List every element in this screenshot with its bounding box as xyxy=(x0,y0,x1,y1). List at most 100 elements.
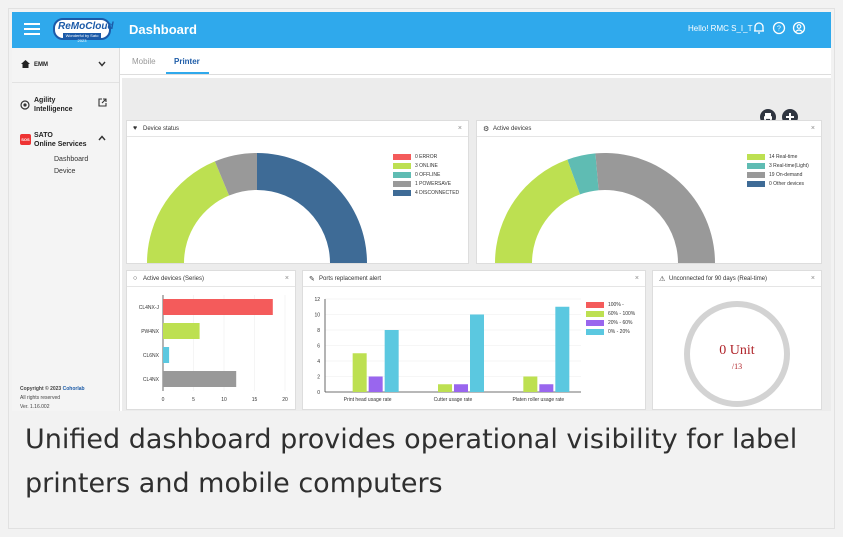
logo-text: ReMoCloud xyxy=(58,21,114,32)
legend-swatch xyxy=(747,172,765,178)
y-tick-label: 4 xyxy=(317,359,320,365)
ports-panel: ✎ Ports replacement alert × 0 2 4 6 8 10 12 Pri… xyxy=(302,270,646,410)
legend-swatch xyxy=(586,302,604,308)
bar[interactable] xyxy=(163,299,273,315)
sidebar-item-agility-line1: Agility xyxy=(34,97,56,104)
bar[interactable] xyxy=(470,314,484,393)
unconnected-title: Unconnected for 90 days (Real-time) xyxy=(669,276,768,282)
bar[interactable] xyxy=(523,376,538,393)
sidebar-sub-dashboard[interactable]: Dashboard xyxy=(54,156,88,163)
y-tick-label: 0 xyxy=(317,390,320,396)
legend-swatch xyxy=(747,181,765,187)
legend-swatch xyxy=(586,311,604,317)
unconnected-value: 0 Unit xyxy=(719,343,755,358)
sidebar-sub-device[interactable]: Device xyxy=(54,168,75,175)
bar[interactable] xyxy=(438,384,452,392)
legend-label: 3 ONLINE xyxy=(415,163,438,169)
figure-caption: Unified dashboard provides operational v… xyxy=(25,424,798,499)
legend-item[interactable]: 14 Real-time xyxy=(747,154,809,163)
tab-printer[interactable]: Printer xyxy=(174,57,200,66)
bar[interactable] xyxy=(163,347,170,363)
bar[interactable] xyxy=(454,384,468,392)
legend-item[interactable]: 3 Real-time(Light) xyxy=(747,163,809,172)
help-icon[interactable]: ? xyxy=(772,21,786,35)
rights-text: All rights reserved xyxy=(20,395,61,401)
external-link-icon xyxy=(98,98,107,107)
bar[interactable] xyxy=(384,330,399,392)
x-tick-label: 15 xyxy=(252,397,258,403)
legend-label: 0% - 20% xyxy=(608,329,630,335)
device-status-panel: ♥ Device status × 0 ERROR 3 ONLINE 0 OFFLI… xyxy=(126,120,469,264)
legend-item[interactable]: 0% - 20% xyxy=(586,329,635,338)
close-icon[interactable]: × xyxy=(635,275,639,282)
chevron-up-icon xyxy=(98,135,106,141)
legend-label: 1 POWERSAVE xyxy=(415,181,452,187)
legend-item[interactable]: 19 On-demand xyxy=(747,172,809,181)
legend-item[interactable]: 0 OFFLINE xyxy=(393,172,459,181)
legend-label: 0 Other devices xyxy=(769,181,805,187)
legend-label: 20% - 60% xyxy=(608,320,633,326)
device-icon: ⚙ xyxy=(483,126,490,133)
bar[interactable] xyxy=(163,323,200,339)
app-logo[interactable]: ReMoCloud Wonderful by Sato 2023 xyxy=(53,18,114,43)
bell-icon[interactable] xyxy=(752,21,766,35)
legend-item[interactable]: 1 POWERSAVE xyxy=(393,181,459,190)
close-icon[interactable]: × xyxy=(811,125,815,132)
close-icon[interactable]: × xyxy=(285,275,289,282)
tab-active-indicator xyxy=(166,72,209,74)
legend-item[interactable]: 0 ERROR xyxy=(393,154,459,163)
x-tick-label: Platen roller usage rate xyxy=(512,397,564,403)
legend-swatch xyxy=(393,172,411,178)
legend-item[interactable]: 3 ONLINE xyxy=(393,163,459,172)
legend-swatch xyxy=(393,163,411,169)
version-text: Ver. 1.16.002 xyxy=(20,404,50,410)
ports-title: Ports replacement alert xyxy=(319,276,382,282)
sidebar: EMM Agility Intelligence SOS SATO Online… xyxy=(12,48,120,411)
sidebar-item-sato-line1: SATO xyxy=(34,132,53,139)
legend-swatch xyxy=(393,190,411,196)
y-tick-label: 8 xyxy=(317,328,320,334)
active-devices-gauge xyxy=(495,153,715,263)
copyright-prefix: Copyright © 2023 xyxy=(20,386,63,392)
legend-item[interactable]: 0 Other devices xyxy=(747,181,809,190)
legend-item[interactable]: 4 DISCONNECTED xyxy=(393,190,459,199)
legend-item[interactable]: 100% - xyxy=(586,302,635,311)
app-screenshot: ReMoCloud Wonderful by Sato 2023 Dashboa… xyxy=(12,12,831,411)
copyright-link[interactable]: Cohorlab xyxy=(63,386,85,392)
copyright: Copyright © 2023 Cohorlab xyxy=(20,386,85,392)
legend-item[interactable]: 20% - 60% xyxy=(586,320,635,329)
legend-label: 100% - xyxy=(608,302,624,308)
bar[interactable] xyxy=(555,306,570,392)
top-bar: ReMoCloud Wonderful by Sato 2023 Dashboa… xyxy=(12,12,831,48)
gauge-segment-on-demand[interactable] xyxy=(595,153,715,263)
tab-mobile[interactable]: Mobile xyxy=(132,57,156,66)
menu-icon[interactable] xyxy=(24,23,40,35)
bar[interactable] xyxy=(352,353,367,392)
legend-swatch xyxy=(393,181,411,187)
bar[interactable] xyxy=(539,384,554,392)
legend-swatch xyxy=(747,163,765,169)
gauge-segment-real-time[interactable] xyxy=(495,159,581,263)
bar[interactable] xyxy=(163,371,237,387)
legend-label: 4 DISCONNECTED xyxy=(415,190,460,196)
logo-subtext: Wonderful by Sato 2023 xyxy=(63,33,101,43)
bar[interactable] xyxy=(368,376,383,393)
active-series-title: Active devices (Series) xyxy=(143,276,205,282)
home-icon xyxy=(21,60,30,68)
gauge-segment-online[interactable] xyxy=(147,161,230,263)
page-title: Dashboard xyxy=(129,22,197,37)
gauge-segment-disconnected[interactable] xyxy=(257,153,367,263)
close-icon[interactable]: × xyxy=(811,275,815,282)
active-series-header: ○ Active devices (Series) × xyxy=(127,271,295,287)
x-tick-label: 0 xyxy=(162,397,165,403)
legend-item[interactable]: 60% - 100% xyxy=(586,311,635,320)
active-devices-panel: ⚙ Active devices × 14 Real-time 3 Real-ti… xyxy=(476,120,822,264)
dashboard-content: ♥ Device status × 0 ERROR 3 ONLINE 0 OFFLI… xyxy=(122,78,831,411)
user-greeting[interactable]: Hello! RMC S_I_T xyxy=(688,24,752,33)
active-devices-title: Active devices xyxy=(493,126,532,132)
account-icon[interactable] xyxy=(792,21,806,35)
legend-swatch xyxy=(393,154,411,160)
close-icon[interactable]: × xyxy=(458,125,462,132)
circle-icon: ○ xyxy=(133,275,138,282)
device-status-gauge xyxy=(147,153,367,263)
